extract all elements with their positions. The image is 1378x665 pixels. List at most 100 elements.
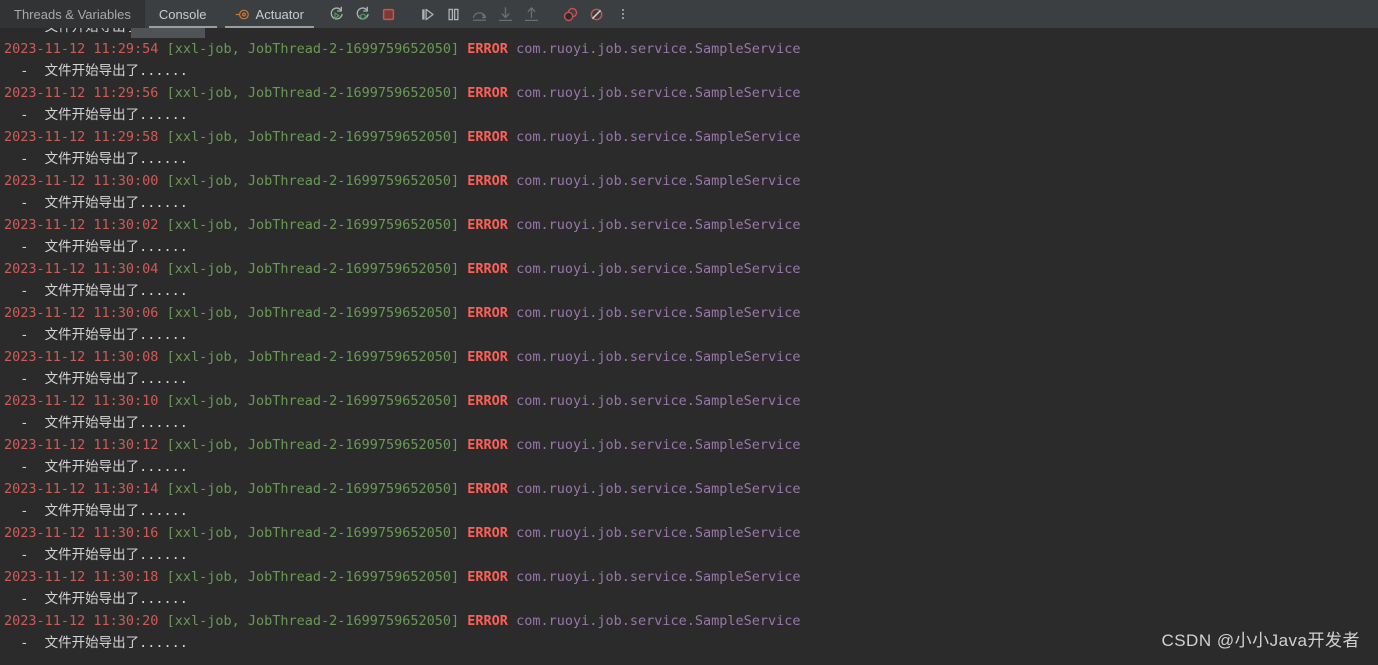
- log-logger-name: com.ruoyi.job.service.SampleService: [507, 261, 801, 277]
- rerun-button[interactable]: [324, 6, 350, 23]
- debug-toolbar: Threads & Variables Console Actuator: [0, 0, 1378, 28]
- log-level: ERROR: [467, 173, 508, 189]
- log-level: ERROR: [467, 129, 508, 145]
- log-level: ERROR: [467, 305, 508, 321]
- log-timestamp: 2023-11-12 11:29:54: [4, 41, 159, 57]
- log-logger-name: com.ruoyi.job.service.SampleService: [507, 173, 801, 189]
- log-timestamp: 2023-11-12 11:30:00: [4, 173, 159, 189]
- tab-actuator[interactable]: Actuator: [220, 0, 318, 28]
- stop-button[interactable]: [376, 6, 402, 23]
- log-logger-name: com.ruoyi.job.service.SampleService: [507, 481, 801, 497]
- log-timestamp: 2023-11-12 11:29:58: [4, 129, 159, 145]
- log-level: ERROR: [467, 393, 508, 409]
- more-options-button[interactable]: [610, 7, 636, 21]
- step-over-button[interactable]: [467, 6, 493, 23]
- console-output-panel[interactable]: - 文件开始导出了......2023-11-12 11:29:54 [xxl-…: [0, 28, 1378, 665]
- console-log-line-message: - 文件开始导出了......: [0, 60, 1378, 82]
- tab-console[interactable]: Console: [144, 0, 221, 28]
- log-timestamp: 2023-11-12 11:30:10: [4, 393, 159, 409]
- rerun-debug-button[interactable]: [350, 6, 376, 23]
- console-log-line-error: 2023-11-12 11:29:54 [xxl-job, JobThread-…: [0, 38, 1378, 60]
- console-log-line-message: - 文件开始导出了......: [0, 368, 1378, 390]
- console-lines: - 文件开始导出了......2023-11-12 11:29:54 [xxl-…: [0, 28, 1378, 654]
- console-log-line-message: - 文件开始导出了......: [0, 544, 1378, 566]
- log-level: ERROR: [467, 349, 508, 365]
- log-thread: [xxl-job, JobThread-2-1699759652050]: [158, 261, 468, 277]
- log-logger-name: com.ruoyi.job.service.SampleService: [507, 217, 801, 233]
- view-breakpoints-button[interactable]: [584, 6, 610, 23]
- console-log-line-error: 2023-11-12 11:29:56 [xxl-job, JobThread-…: [0, 82, 1378, 104]
- log-logger-name: com.ruoyi.job.service.SampleService: [507, 525, 801, 541]
- log-message: - 文件开始导出了......: [4, 327, 188, 343]
- log-timestamp: 2023-11-12 11:30:04: [4, 261, 159, 277]
- log-level: ERROR: [467, 613, 508, 629]
- log-level: ERROR: [467, 41, 508, 57]
- text-selection-highlight: [131, 28, 205, 38]
- log-level: ERROR: [467, 85, 508, 101]
- console-log-line-message: - 文件开始导出了......: [0, 324, 1378, 346]
- step-into-button[interactable]: [493, 6, 519, 23]
- console-log-line-error: 2023-11-12 11:30:12 [xxl-job, JobThread-…: [0, 434, 1378, 456]
- tab-threads-and-variables[interactable]: Threads & Variables: [0, 0, 145, 28]
- log-thread: [xxl-job, JobThread-2-1699759652050]: [158, 217, 468, 233]
- log-message: - 文件开始导出了......: [4, 635, 188, 651]
- console-log-line-message: - 文件开始导出了......: [0, 500, 1378, 522]
- log-message: - 文件开始导出了......: [4, 415, 188, 431]
- log-logger-name: com.ruoyi.job.service.SampleService: [507, 393, 801, 409]
- log-thread: [xxl-job, JobThread-2-1699759652050]: [158, 393, 468, 409]
- log-timestamp: 2023-11-12 11:30:12: [4, 437, 159, 453]
- mute-breakpoints-button[interactable]: [558, 6, 584, 23]
- console-log-line-error: 2023-11-12 11:30:14 [xxl-job, JobThread-…: [0, 478, 1378, 500]
- log-timestamp: 2023-11-12 11:30:16: [4, 525, 159, 541]
- log-thread: [xxl-job, JobThread-2-1699759652050]: [158, 349, 468, 365]
- log-message: - 文件开始导出了......: [4, 591, 188, 607]
- actuator-icon: [235, 7, 250, 22]
- log-level: ERROR: [467, 481, 508, 497]
- log-thread: [xxl-job, JobThread-2-1699759652050]: [158, 173, 468, 189]
- tab-console-label: Console: [158, 6, 207, 22]
- log-logger-name: com.ruoyi.job.service.SampleService: [507, 129, 801, 145]
- log-thread: [xxl-job, JobThread-2-1699759652050]: [158, 85, 468, 101]
- log-message: - 文件开始导出了......: [4, 547, 188, 563]
- log-thread: [xxl-job, JobThread-2-1699759652050]: [158, 129, 468, 145]
- console-log-line-message: - 文件开始导出了......: [0, 28, 1378, 38]
- console-log-line-message: - 文件开始导出了......: [0, 412, 1378, 434]
- console-log-line-error: 2023-11-12 11:30:04 [xxl-job, JobThread-…: [0, 258, 1378, 280]
- log-timestamp: 2023-11-12 11:30:18: [4, 569, 159, 585]
- log-thread: [xxl-job, JobThread-2-1699759652050]: [158, 437, 468, 453]
- log-logger-name: com.ruoyi.job.service.SampleService: [507, 437, 801, 453]
- console-log-line-error: 2023-11-12 11:30:02 [xxl-job, JobThread-…: [0, 214, 1378, 236]
- log-timestamp: 2023-11-12 11:29:56: [4, 85, 159, 101]
- pause-program-button[interactable]: [441, 6, 467, 23]
- log-level: ERROR: [467, 569, 508, 585]
- log-logger-name: com.ruoyi.job.service.SampleService: [507, 613, 801, 629]
- log-level: ERROR: [467, 437, 508, 453]
- log-timestamp: 2023-11-12 11:30:14: [4, 481, 159, 497]
- log-thread: [xxl-job, JobThread-2-1699759652050]: [158, 569, 468, 585]
- debug-action-buttons: [324, 0, 636, 28]
- resume-program-button[interactable]: [415, 6, 441, 23]
- log-timestamp: 2023-11-12 11:30:08: [4, 349, 159, 365]
- console-log-line-message: - 文件开始导出了......: [0, 148, 1378, 170]
- log-message: - 文件开始导出了......: [4, 107, 188, 123]
- step-out-button[interactable]: [519, 6, 545, 23]
- console-log-line-error: 2023-11-12 11:29:58 [xxl-job, JobThread-…: [0, 126, 1378, 148]
- console-log-line-error: 2023-11-12 11:30:18 [xxl-job, JobThread-…: [0, 566, 1378, 588]
- log-thread: [xxl-job, JobThread-2-1699759652050]: [158, 525, 468, 541]
- log-timestamp: 2023-11-12 11:30:20: [4, 613, 159, 629]
- log-level: ERROR: [467, 217, 508, 233]
- console-log-line-message: - 文件开始导出了......: [0, 236, 1378, 258]
- log-message: - 文件开始导出了......: [4, 63, 188, 79]
- log-logger-name: com.ruoyi.job.service.SampleService: [507, 305, 801, 321]
- console-log-line-error: 2023-11-12 11:30:08 [xxl-job, JobThread-…: [0, 346, 1378, 368]
- console-log-line-message: - 文件开始导出了......: [0, 104, 1378, 126]
- log-logger-name: com.ruoyi.job.service.SampleService: [507, 349, 801, 365]
- console-log-line-error: 2023-11-12 11:30:00 [xxl-job, JobThread-…: [0, 170, 1378, 192]
- console-log-line-error: 2023-11-12 11:30:06 [xxl-job, JobThread-…: [0, 302, 1378, 324]
- csdn-watermark: CSDN @小小Java开发者: [1161, 631, 1360, 650]
- log-message: - 文件开始导出了......: [4, 239, 188, 255]
- log-thread: [xxl-job, JobThread-2-1699759652050]: [158, 481, 468, 497]
- tab-actuator-label: Actuator: [255, 6, 304, 22]
- log-message: - 文件开始导出了......: [4, 503, 188, 519]
- console-log-line-message: - 文件开始导出了......: [0, 192, 1378, 214]
